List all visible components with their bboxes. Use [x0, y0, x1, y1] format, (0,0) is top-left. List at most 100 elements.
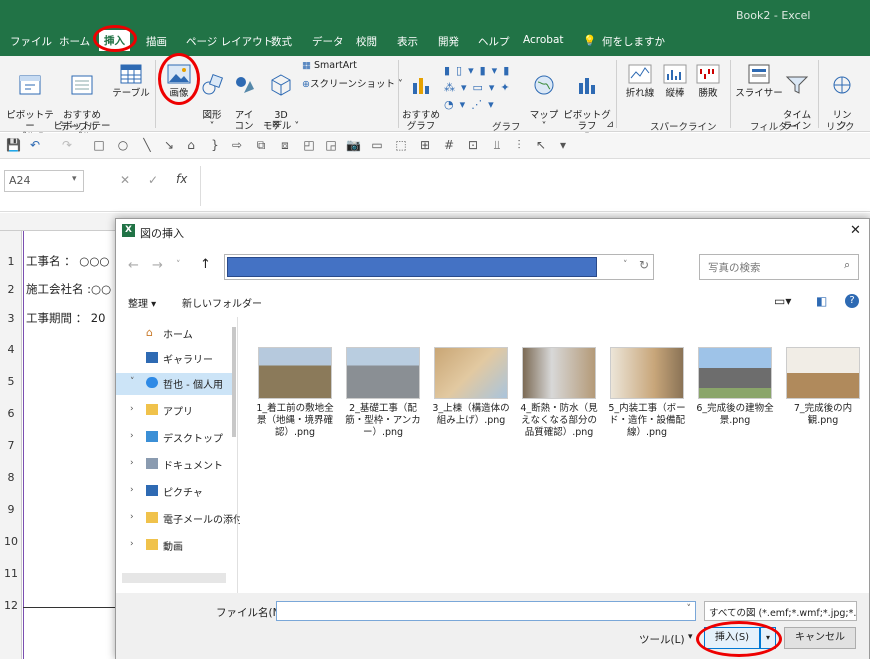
file-item[interactable]: 4_断熱・防水（見えなくなる部分の品質確認）.png [517, 347, 601, 439]
nav-item-documents[interactable]: › ドキュメント [116, 454, 236, 476]
recommended-charts-button[interactable]: おすすめ グラフ [402, 62, 440, 132]
refresh-icon[interactable]: ↻ [639, 258, 649, 272]
smartart-button[interactable]: ▦ SmartArt [302, 60, 372, 71]
chevron-down-icon[interactable]: ˅ [687, 604, 692, 614]
tab-formulas[interactable]: 数式 [271, 34, 292, 49]
icons-button[interactable]: アイ コン [230, 62, 258, 132]
cancel-button[interactable]: キャンセル [784, 627, 856, 649]
view-options-icon[interactable]: ▭▾ [774, 294, 791, 308]
align-icon[interactable]: ⊞ [418, 138, 432, 152]
tab-view[interactable]: 表示 [397, 34, 418, 49]
fit-icon[interactable]: ⊡ [466, 138, 480, 152]
filename-input[interactable]: ˅ [276, 601, 696, 621]
chart-types-grid[interactable]: ▮▯▾▮▾▮ ⁂▾▭▾✦ ◔▾⋰▾ [444, 62, 526, 114]
bring-forward-icon[interactable]: ◰ [302, 138, 316, 152]
close-icon[interactable]: ✕ [850, 223, 861, 238]
forward-icon[interactable]: → [152, 258, 163, 273]
nav-item-gallery[interactable]: ギャラリー [116, 348, 236, 370]
tab-home[interactable]: ホーム [59, 34, 90, 49]
pointer-icon[interactable]: ↖ [534, 138, 548, 152]
tell-me-box[interactable]: 何をしますか [602, 34, 665, 49]
row-number[interactable]: 2 [0, 283, 22, 296]
row-number[interactable]: 4 [0, 343, 22, 356]
brace-shape-icon[interactable]: } [208, 138, 222, 152]
oval-shape-icon[interactable]: ○ [116, 138, 130, 152]
tab-acrobat[interactable]: Acrobat [523, 34, 564, 46]
address-bar[interactable]: ˅ ↻ [224, 254, 654, 280]
back-icon[interactable]: ← [128, 258, 139, 273]
file-item[interactable]: 1_着工前の敷地全景（地縄・境界確認）.png [253, 347, 337, 439]
sparkline-winloss-button[interactable]: 勝敗 [693, 62, 723, 99]
nav-item-onedrive[interactable]: ˅ 哲也 - 個人用 [116, 373, 236, 395]
pivot-table-button[interactable]: ピボットテー ブル ˅ [4, 62, 56, 143]
cancel-entry-icon[interactable]: ✕ [120, 173, 130, 187]
save-icon[interactable]: 💾 [6, 138, 21, 152]
tab-data[interactable]: データ [312, 34, 344, 49]
recent-chevron-icon[interactable]: ˅ [176, 260, 181, 270]
shapes-button[interactable]: 図形 ˅ [199, 62, 225, 132]
slicer-button[interactable]: スライサー [734, 62, 784, 99]
tab-draw[interactable]: 描画 [146, 34, 167, 49]
line-shape-icon[interactable]: ╲ [140, 138, 154, 152]
screenshot-button[interactable]: ⊕スクリーンショット ˅ [302, 79, 403, 90]
tools-menu[interactable]: ツール(L) [639, 632, 685, 647]
row-number[interactable]: 8 [0, 471, 22, 484]
distribute-icon[interactable]: ⫫ [490, 138, 504, 152]
sparkline-line-button[interactable]: 折れ線 [622, 62, 658, 99]
up-icon[interactable]: ↑ [200, 257, 211, 272]
image-button[interactable]: 画像 [162, 62, 196, 99]
horizontal-scrollbar[interactable] [122, 573, 226, 583]
preview-pane-icon[interactable]: ◧ [816, 294, 827, 308]
nav-item-desktop[interactable]: › デスクトップ [116, 427, 236, 449]
nav-item-videos[interactable]: › 動画 [116, 535, 236, 557]
tab-review[interactable]: 校閲 [356, 34, 377, 49]
nav-item-home[interactable]: ⌂ ホーム [116, 323, 236, 345]
snap-grid-icon[interactable]: # [442, 138, 456, 152]
ungroup-icon[interactable]: ⧈ [278, 138, 292, 152]
cell-period[interactable]: 工事期間 ： 20 [26, 310, 105, 326]
file-item[interactable]: 6_完成後の建物全景.png [693, 347, 777, 427]
chevron-down-icon[interactable]: ˅ [623, 260, 628, 270]
cell-project-name[interactable]: 工事名 ： ○○○ [26, 253, 109, 269]
row-number[interactable]: 6 [0, 407, 22, 420]
send-backward-icon[interactable]: ◲ [324, 138, 338, 152]
file-item[interactable]: 5_内装工事（ボード・造作・設備配線）.png [605, 347, 689, 439]
file-item[interactable]: 2_基礎工事（配筋・型枠・アンカー）.png [341, 347, 425, 439]
tab-developer[interactable]: 開発 [438, 34, 459, 49]
file-item[interactable]: 3_上棟（構造体の組み上げ）.png [429, 347, 513, 427]
row-number[interactable]: 11 [0, 567, 22, 580]
nav-item-email-attachments[interactable]: › 電子メールの添付 [116, 508, 243, 530]
arrow-shape-icon[interactable]: ↘ [162, 138, 176, 152]
rectangle-shape-icon[interactable]: □ [92, 138, 106, 152]
3d-models-button[interactable]: 3D モデル ˅ [261, 62, 301, 132]
align-center-icon[interactable]: ⫶ [512, 138, 526, 152]
search-input[interactable]: 写真の検索 ⌕ [699, 254, 859, 280]
nav-item-pictures[interactable]: › ピクチャ [116, 481, 236, 503]
tab-file[interactable]: ファイル [10, 34, 52, 49]
file-item[interactable]: 7_完成後の内観.png [781, 347, 865, 427]
redo-icon[interactable]: ↷ [60, 138, 74, 152]
chevron-down-icon[interactable]: ▾ [688, 632, 693, 642]
undo-icon[interactable]: ↶ [28, 138, 42, 152]
customize-qat-icon[interactable]: ▾ [556, 138, 570, 152]
organize-button[interactable]: 整理 ▾ [128, 295, 156, 310]
camera-icon[interactable]: 📷 [346, 138, 361, 152]
file-type-select[interactable]: すべての図 (*.emf;*.wmf;*.jpg;*.jp [704, 601, 857, 621]
row-number[interactable]: 12 [0, 599, 22, 612]
tab-help[interactable]: ヘルプ [478, 34, 510, 49]
row-number[interactable]: 3 [0, 312, 22, 325]
insert-dropdown[interactable]: ▾ [760, 627, 776, 649]
select-objects-icon[interactable]: ⬚ [394, 138, 408, 152]
sparkline-column-button[interactable]: 縦棒 [660, 62, 690, 99]
chevron-down-icon[interactable]: ▾ [72, 174, 77, 184]
formula-input[interactable] [200, 166, 870, 206]
map-button[interactable]: マップ ˅ [528, 62, 560, 132]
table-button[interactable]: テーブル [112, 62, 150, 99]
tab-insert[interactable]: 挿入 [99, 30, 130, 51]
pivot-chart-button[interactable]: ピボットグラフ ˅ [562, 62, 612, 143]
row-number[interactable]: 1 [0, 255, 22, 268]
edit-shape-icon[interactable]: ▭ [370, 138, 384, 152]
function-icon[interactable]: fx [176, 172, 187, 186]
insert-button[interactable]: 挿入(S) [704, 627, 760, 649]
row-number[interactable]: 5 [0, 375, 22, 388]
